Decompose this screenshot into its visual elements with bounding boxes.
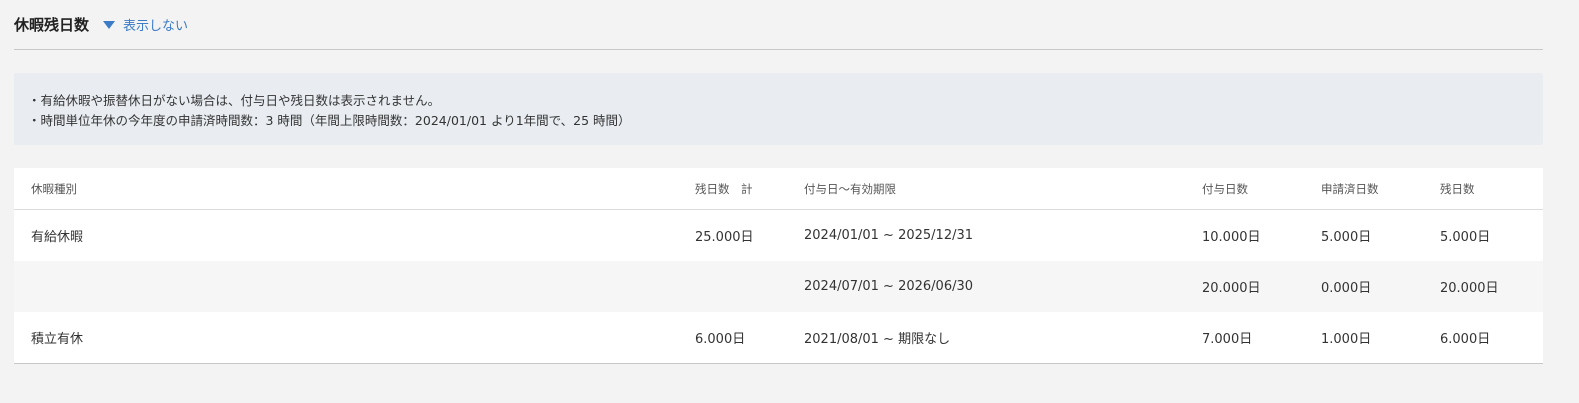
cell-granted-days: 7.000日 — [1202, 332, 1253, 347]
cell-remaining-total: 25.000日 — [695, 230, 754, 245]
cell-grant-period: 2024/07/01 ~ 2026/06/30 — [804, 279, 974, 294]
column-header-remaining-days: 残日数 — [1440, 181, 1475, 196]
leave-balance-table: 休暇種別 残日数 計 付与日〜有効期限 付与日数 申請済日数 残日数 有給休暇 … — [14, 168, 1543, 364]
table-header-row: 休暇種別 残日数 計 付与日〜有効期限 付与日数 申請済日数 残日数 — [14, 168, 1543, 210]
hide-toggle-label[interactable]: 表示しない — [123, 15, 188, 34]
cell-leave-type: 有給休暇 — [31, 230, 84, 245]
cell-applied-days: 0.000日 — [1321, 281, 1372, 296]
cell-leave-type: 積立有休 — [31, 332, 84, 347]
table-row: 有給休暇 25.000日 2024/01/01 ~ 2025/12/31 10.… — [14, 210, 1543, 261]
section-header: 休暇残日数 表示しない — [14, 0, 1543, 50]
cell-granted-days: 10.000日 — [1202, 230, 1261, 245]
notice-box: ・有給休暇や振替休日がない場合は、付与日や残日数は表示されません。 ・時間単位年… — [14, 73, 1543, 145]
section-title: 休暇残日数 — [14, 16, 90, 34]
cell-applied-days: 5.000日 — [1321, 230, 1372, 245]
cell-applied-days: 1.000日 — [1321, 332, 1372, 347]
cell-remaining-days: 6.000日 — [1440, 332, 1491, 347]
cell-remaining-total: 6.000日 — [695, 332, 746, 347]
cell-granted-days: 20.000日 — [1202, 281, 1261, 296]
notice-line: ・有給休暇や振替休日がない場合は、付与日や残日数は表示されません。 — [28, 93, 441, 108]
column-header-applied-days: 申請済日数 — [1321, 181, 1379, 196]
notice-line: ・時間単位年休の今年度の申請済時間数：3 時間（年間上限時間数：2024/01/… — [28, 113, 631, 128]
cell-remaining-days: 5.000日 — [1440, 230, 1491, 245]
column-header-granted-days: 付与日数 — [1202, 181, 1248, 196]
column-header-leave-type: 休暇種別 — [31, 181, 77, 196]
table-row: 積立有休 6.000日 2021/08/01 ~ 期限なし 7.000日 1.0… — [14, 312, 1543, 363]
column-header-remaining-total: 残日数 計 — [695, 181, 753, 196]
column-header-grant-period: 付与日〜有効期限 — [804, 181, 896, 196]
cell-grant-period: 2024/01/01 ~ 2025/12/31 — [804, 228, 974, 243]
hide-toggle[interactable]: 表示しない — [103, 15, 188, 34]
cell-grant-period: 2021/08/01 ~ 期限なし — [804, 332, 951, 347]
caret-down-icon — [103, 21, 116, 29]
table-row: 2024/07/01 ~ 2026/06/30 20.000日 0.000日 2… — [14, 261, 1543, 312]
cell-remaining-days: 20.000日 — [1440, 281, 1499, 296]
